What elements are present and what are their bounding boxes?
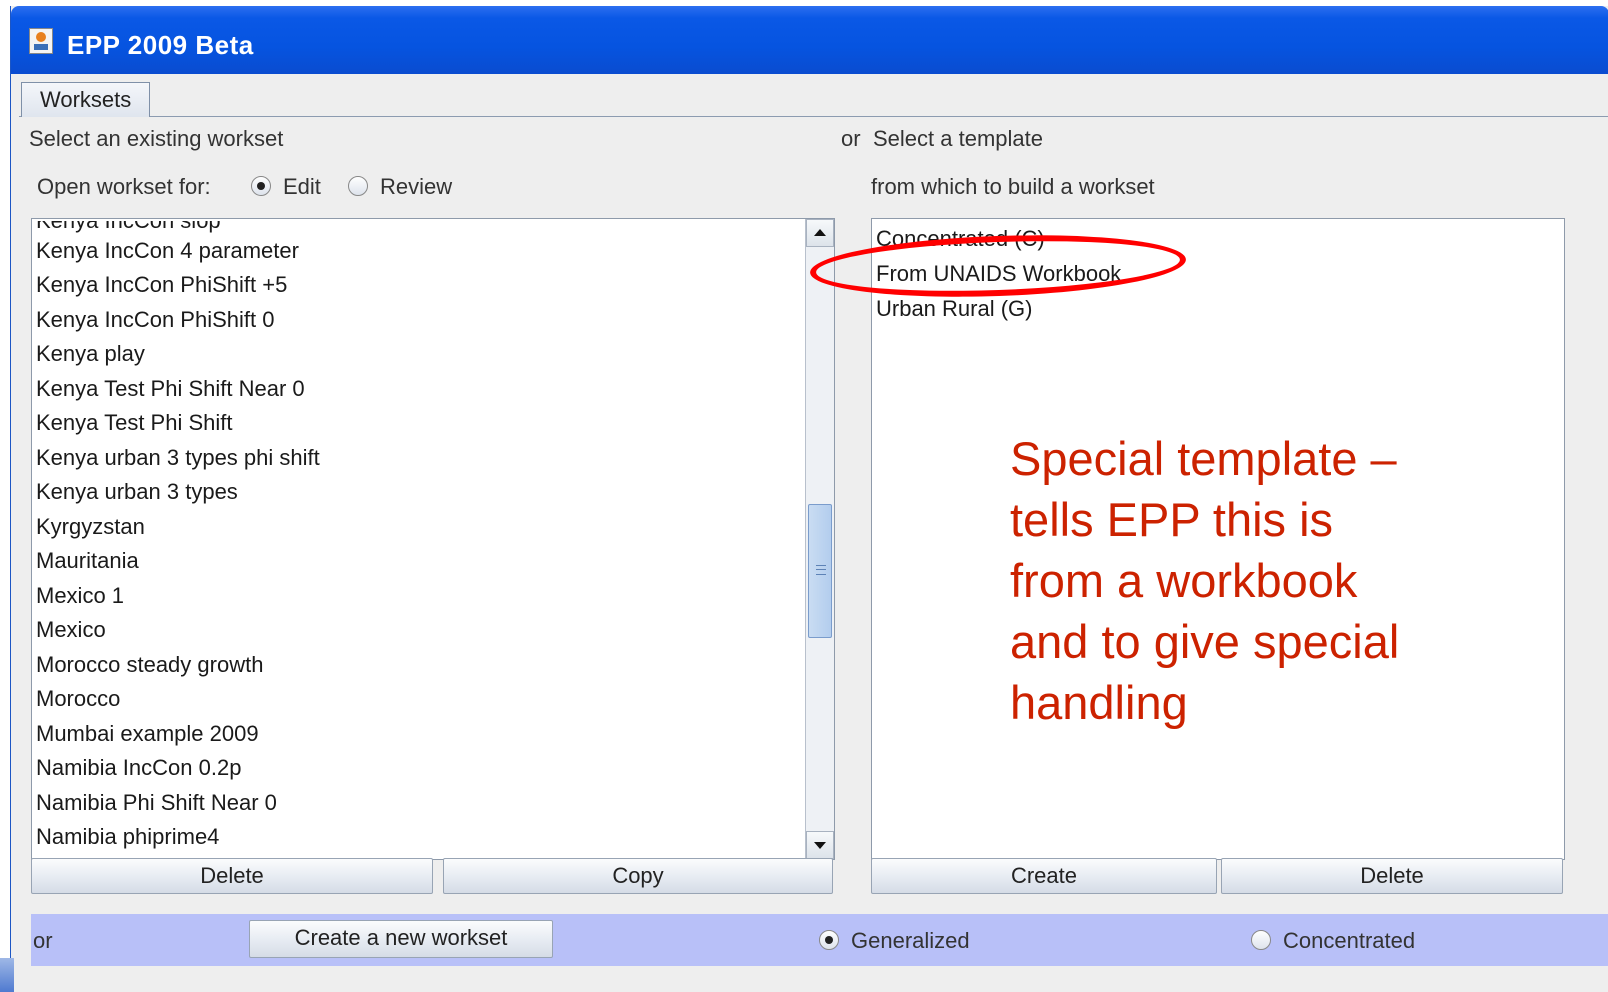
template-heading: Select a template [873, 126, 1043, 151]
scroll-thumb[interactable] [808, 504, 832, 638]
radio-generalized-label[interactable]: Generalized [851, 928, 970, 954]
list-item[interactable]: Kenya IncCon slop [36, 221, 221, 236]
list-item[interactable]: Kenya urban 3 types [36, 477, 238, 507]
window-title: EPP 2009 Beta [67, 30, 254, 60]
workset-list[interactable]: Kenya IncCon slop Kenya IncCon 4 paramet… [31, 218, 835, 860]
list-item[interactable]: Kenya IncCon PhiShift 0 [36, 305, 274, 335]
radio-generalized[interactable] [819, 930, 839, 950]
list-item[interactable]: Kenya Test Phi Shift [36, 408, 233, 438]
annotation-line: and to give special [1010, 615, 1400, 668]
template-subheading: from which to build a workset [871, 174, 1155, 199]
title-bar[interactable]: EPP 2009 Beta [11, 6, 1608, 74]
list-item[interactable]: Kenya Test Phi Shift Near 0 [36, 374, 305, 404]
create-workset-button[interactable]: Create [871, 858, 1217, 894]
java-app-icon [29, 28, 53, 54]
annotation-text: Special template – tells EPP this is fro… [1010, 428, 1530, 733]
list-item[interactable]: Morocco steady growth [36, 650, 263, 680]
tab-strip: Worksets [19, 80, 1608, 117]
annotation-line: from a workbook [1010, 554, 1358, 607]
radio-review-label[interactable]: Review [380, 174, 452, 200]
copy-workset-button[interactable]: Copy [443, 858, 833, 894]
annotation-line: handling [1010, 676, 1188, 729]
list-item[interactable]: Mexico 1 [36, 581, 124, 611]
radio-review[interactable] [348, 176, 368, 196]
list-item[interactable]: Kenya IncCon 4 parameter [36, 236, 299, 266]
template-item[interactable]: Urban Rural (G) [876, 294, 1032, 324]
create-new-workset-button[interactable]: Create a new workset [249, 920, 553, 958]
scroll-up-button[interactable] [806, 219, 834, 247]
list-item[interactable]: Namibia IncCon 0.2p [36, 753, 241, 783]
open-for-label: Open workset for: [37, 174, 211, 199]
list-item[interactable]: Namibia phiprime4 [36, 822, 219, 852]
list-item[interactable]: Kenya IncCon PhiShift +5 [36, 270, 287, 300]
existing-workset-heading: Select an existing workset [29, 126, 284, 151]
tab-worksets[interactable]: Worksets [21, 82, 151, 117]
grip-icon [816, 565, 826, 575]
list-item[interactable]: Kenya play [36, 339, 145, 369]
list-item[interactable]: Morocco [36, 684, 120, 714]
new-workset-or-label: or [33, 928, 53, 953]
list-item[interactable]: Kenya urban 3 types phi shift [36, 443, 320, 473]
delete-workset-button[interactable]: Delete [31, 858, 433, 894]
scroll-down-button[interactable] [806, 831, 834, 859]
workset-list-scrollbar[interactable] [805, 219, 834, 859]
list-item[interactable]: Mumbai example 2009 [36, 719, 259, 749]
list-item[interactable]: Kyrgyzstan [36, 512, 145, 542]
annotation-line: Special template – [1010, 432, 1397, 485]
annotation-line: tells EPP this is [1010, 493, 1334, 546]
radio-concentrated[interactable] [1251, 930, 1271, 950]
list-item[interactable]: Mexico [36, 615, 106, 645]
radio-edit[interactable] [251, 176, 271, 196]
list-item[interactable]: Namibia Phi Shift Near 0 [36, 788, 277, 818]
new-workset-bar: or Create a new workset Generalized Conc… [31, 914, 1608, 966]
arrow-down-icon [814, 842, 826, 849]
list-item[interactable]: Mauritania [36, 546, 139, 576]
slide-corner-accent [0, 958, 14, 992]
arrow-up-icon [814, 229, 826, 236]
template-or-label: or [841, 126, 861, 151]
radio-edit-label[interactable]: Edit [283, 174, 321, 200]
delete-template-button[interactable]: Delete [1221, 858, 1563, 894]
radio-concentrated-label[interactable]: Concentrated [1283, 928, 1415, 954]
